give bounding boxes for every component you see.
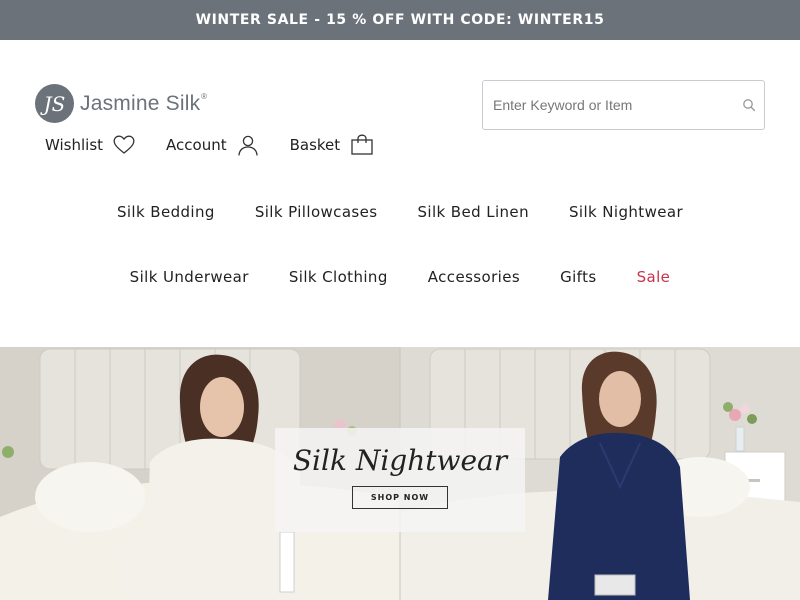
wishlist-label: Wishlist xyxy=(45,136,104,154)
promo-banner: WINTER SALE - 15 % OFF WITH CODE: WINTER… xyxy=(0,0,800,40)
nav-item-sale[interactable]: Sale xyxy=(637,268,671,286)
shop-now-button[interactable]: SHOP NOW xyxy=(352,486,448,509)
search-input[interactable] xyxy=(493,81,733,129)
nav-item-silk-underwear[interactable]: Silk Underwear xyxy=(130,268,249,286)
registered-mark: ® xyxy=(201,91,208,101)
main-nav-row-1: Silk Bedding Silk Pillowcases Silk Bed L… xyxy=(0,203,800,221)
search-icon[interactable] xyxy=(742,98,756,112)
nav-item-silk-bedding[interactable]: Silk Bedding xyxy=(117,203,215,221)
basket-label: Basket xyxy=(289,136,341,154)
bag-icon xyxy=(351,134,373,155)
account-links: Wishlist Account Basket xyxy=(45,133,374,157)
user-icon xyxy=(237,135,258,156)
hero-overlay-panel: Silk Nightwear SHOP NOW xyxy=(275,428,525,532)
main-nav-row-2: Silk Underwear Silk Clothing Accessories… xyxy=(0,268,800,286)
nav-item-accessories[interactable]: Accessories xyxy=(428,268,520,286)
heart-icon xyxy=(113,135,135,154)
nav-item-silk-nightwear[interactable]: Silk Nightwear xyxy=(569,203,683,221)
wishlist-link[interactable]: Wishlist xyxy=(45,135,135,155)
nav-item-silk-bed-linen[interactable]: Silk Bed Linen xyxy=(417,203,529,221)
monogram-logo-icon: JS xyxy=(35,84,74,123)
search-box xyxy=(482,80,765,130)
hero-banner[interactable]: Silk Nightwear SHOP NOW xyxy=(0,347,800,600)
nav-item-gifts[interactable]: Gifts xyxy=(560,268,597,286)
brand-logo[interactable]: JS Jasmine Silk ® xyxy=(35,84,207,123)
hero-title: Silk Nightwear xyxy=(292,444,508,477)
brand-name: Jasmine Silk ® xyxy=(80,91,207,116)
brand-name-text: Jasmine Silk xyxy=(80,91,201,115)
account-label: Account xyxy=(166,136,227,154)
account-link[interactable]: Account xyxy=(166,134,259,156)
promo-text: WINTER SALE - 15 % OFF WITH CODE: WINTER… xyxy=(195,12,605,28)
monogram-text: JS xyxy=(40,92,66,116)
basket-link[interactable]: Basket xyxy=(290,134,375,156)
nav-item-silk-pillowcases[interactable]: Silk Pillowcases xyxy=(255,203,378,221)
nav-item-silk-clothing[interactable]: Silk Clothing xyxy=(289,268,388,286)
